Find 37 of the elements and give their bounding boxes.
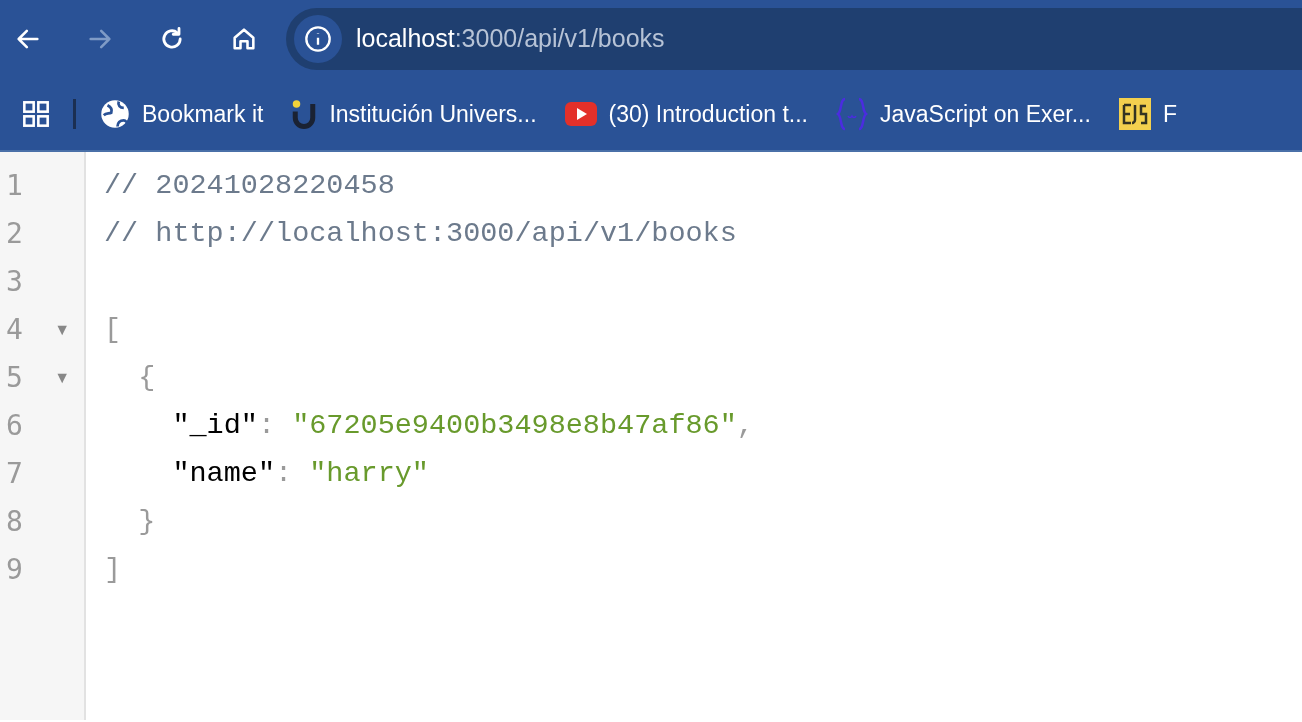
globe-icon: [100, 99, 130, 129]
braces-icon: [835, 97, 868, 131]
line-number: 3: [6, 264, 23, 300]
bookmark-item[interactable]: JavaScript on Exer...: [825, 90, 1101, 138]
home-icon[interactable]: [230, 25, 258, 53]
line-number: 7: [6, 456, 23, 492]
punctuation: }: [138, 503, 156, 540]
info-icon[interactable]: [304, 25, 332, 53]
property-key: "name": [172, 452, 275, 496]
bookmark-item[interactable]: (30) Introduction t...: [554, 90, 818, 138]
line-number: 2: [6, 216, 23, 252]
string-value: "67205e9400b3498e8b47af86": [292, 407, 737, 444]
punctuation: ]: [104, 551, 122, 588]
line-number: 1: [6, 168, 23, 204]
property-key: "_id": [172, 404, 258, 448]
line-number: 5: [6, 360, 23, 396]
code-comment: // 20241028220458: [104, 167, 395, 204]
line-number: 9: [6, 552, 23, 588]
url-text: localhost:3000/api/v1/books: [356, 23, 665, 55]
ejs-logo-icon: [1118, 98, 1151, 130]
code-comment: // http://localhost:3000/api/v1/books: [104, 215, 737, 252]
apps-icon[interactable]: [22, 100, 50, 128]
punctuation: ,: [736, 407, 754, 444]
address-bar[interactable]: localhost:3000/api/v1/books: [286, 8, 1302, 70]
bookmark-item[interactable]: Institución Univers...: [281, 90, 547, 138]
punctuation: {: [138, 359, 156, 396]
line-number: 6: [6, 408, 23, 444]
line-number: 8: [6, 504, 23, 540]
video-icon: [564, 102, 597, 126]
punctuation: [: [104, 311, 122, 348]
bookmark-item[interactable]: F: [1108, 90, 1187, 138]
line-number: 4: [6, 312, 23, 348]
punctuation: :: [257, 407, 276, 444]
punctuation: :: [275, 455, 294, 492]
bookmark-item[interactable]: Bookmark it: [90, 90, 274, 138]
magnet-icon: [291, 99, 318, 129]
string-value: "harry": [309, 455, 429, 492]
